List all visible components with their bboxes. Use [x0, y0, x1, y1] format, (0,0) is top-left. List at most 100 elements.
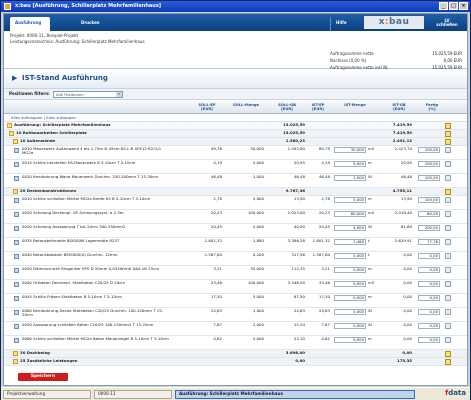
- maximize-icon[interactable]: □: [449, 2, 458, 10]
- table-row[interactable]: 0050 Dämmschicht Ringanker EPS D 20mm 0,…: [4, 266, 467, 280]
- folder-icon[interactable]: [13, 139, 18, 144]
- tab-drucken[interactable]: Drucken: [76, 17, 120, 31]
- header-soll-menge[interactable]: SOLL-Menge: [226, 103, 266, 107]
- edit-icon[interactable]: [445, 295, 451, 301]
- folder-action-icon[interactable]: [445, 131, 451, 137]
- ist-menge-input[interactable]: 0,000: [334, 337, 366, 343]
- minimize-icon[interactable]: _: [439, 2, 448, 10]
- edit-icon[interactable]: [445, 323, 451, 329]
- header-ist-gb[interactable]: IST-GB [EUR]: [384, 103, 414, 112]
- statusbar-projektverwaltung[interactable]: Projektverwaltung: [3, 390, 91, 399]
- table-row[interactable]: 0040 Ortbeton Deckenpl. Stahlbeton C20/2…: [4, 280, 467, 294]
- fertig-input[interactable]: 0,00: [418, 253, 440, 259]
- edit-icon[interactable]: [445, 161, 451, 167]
- group-row[interactable]: 10 Rohbauarbeiten Schillerplatz 15.025,59…: [4, 130, 467, 138]
- xbau-logo: x:bau: [364, 16, 424, 29]
- edit-icon[interactable]: [445, 309, 451, 315]
- table-row[interactable]: 0060 Kernbohrung Decke Stahlbeton C20/25…: [4, 308, 467, 322]
- fertig-input[interactable]: 200,00: [418, 225, 440, 231]
- edit-icon[interactable]: [445, 175, 451, 181]
- fertig-input[interactable]: 77,78: [418, 239, 440, 245]
- table-row[interactable]: 0020 Schalung Deckenpl. GF-Schalungssyst…: [4, 210, 467, 224]
- folder-icon[interactable]: [7, 123, 12, 128]
- group-row[interactable]: 20 Deckenkonstruktionen 9.767,36 4.755,11: [4, 188, 467, 196]
- table-row[interactable]: 0040 Betonstabstahl BSt500S(A) Durchm. 1…: [4, 252, 467, 266]
- ist-menge-input[interactable]: 30,000: [334, 147, 366, 153]
- fertig-input[interactable]: 100,00: [418, 147, 440, 153]
- ist-menge-input[interactable]: 1,000: [334, 175, 366, 181]
- header-ist-ep[interactable]: IST-EP [EUR]: [304, 103, 332, 112]
- folder-icon[interactable]: [13, 351, 18, 356]
- header-soll-ep[interactable]: SOLL-EP [EUR]: [190, 103, 224, 112]
- folder-action-icon[interactable]: [445, 351, 451, 357]
- ist-menge-input[interactable]: 0,000: [334, 295, 366, 301]
- save-button[interactable]: Speichern: [18, 373, 68, 381]
- header-fertig[interactable]: Fertig [%]: [419, 103, 445, 112]
- table-row[interactable]: 0035 Betonstahlmatte BSt500M Lagermatte …: [4, 238, 467, 252]
- edit-icon[interactable]: [445, 281, 451, 287]
- ist-menge-input[interactable]: 0,000: [334, 267, 366, 273]
- fertig-input[interactable]: 0,00: [418, 309, 440, 315]
- app-window: x:bau [Ausführung, Schillerplatz Mehrfam…: [0, 0, 471, 400]
- close-icon[interactable]: ×: [459, 2, 468, 10]
- table-row[interactable]: 0045 Schlitz Fräsen Stahlbeton B 5-10cm …: [4, 294, 467, 308]
- ist-menge-input[interactable]: 4,000: [334, 225, 366, 231]
- edit-icon[interactable]: [445, 197, 451, 203]
- ist-menge-input[interactable]: 0,000: [334, 281, 366, 287]
- table-row[interactable]: 0010 Mauerwerk Außenwand 4 bis 2,75m D 4…: [4, 146, 467, 160]
- cell-unit: St: [368, 174, 372, 179]
- folder-action-icon[interactable]: [445, 123, 451, 129]
- header-ist-menge[interactable]: IST-Menge: [334, 103, 376, 107]
- cell-ist-gb: 0,00: [403, 266, 412, 271]
- folder-action-icon[interactable]: [445, 139, 451, 145]
- table-row[interactable]: 0020 Kernbohrung Wand Mauerwerk Durchm. …: [4, 174, 467, 188]
- table-row[interactable]: 0030 Schalung Aussparung T bis 20cm 300-…: [4, 224, 467, 238]
- ist-menge-input[interactable]: 5,000: [334, 161, 366, 167]
- ist-menge-input[interactable]: 0,000: [334, 309, 366, 315]
- group-row[interactable]: 30 Dachbelag 3.698,00 0,00: [4, 350, 467, 358]
- fertig-input[interactable]: 80,00: [418, 211, 440, 217]
- group-row[interactable]: 25 Zusätzliche Leistungen 0,00 175,35: [4, 358, 467, 366]
- edit-icon[interactable]: [445, 239, 451, 245]
- app-icon: [4, 3, 11, 10]
- fertig-input[interactable]: 100,00: [418, 175, 440, 181]
- total-row[interactable]: Ausführung: Schillerplatz Mehrfamilienha…: [4, 122, 467, 130]
- table-row[interactable]: 0050 Aussparung schließen Beton C20/25 1…: [4, 322, 467, 336]
- edit-icon[interactable]: [445, 337, 451, 343]
- ist-menge-input[interactable]: 0,000: [334, 323, 366, 329]
- statusbar-project-id[interactable]: 0000-11: [94, 390, 172, 399]
- fertig-input[interactable]: 100,00: [418, 197, 440, 203]
- edit-icon[interactable]: [445, 253, 451, 259]
- ist-menge-input[interactable]: 5,000: [334, 197, 366, 203]
- tab-hilfe[interactable]: Hilfe: [330, 17, 350, 31]
- fertig-input[interactable]: 0,00: [418, 267, 440, 273]
- expand-collapse-links[interactable]: Alles aufklappen | Alles zuklappen: [11, 115, 76, 120]
- filter-select[interactable]: Alle Positionen ▾: [53, 91, 123, 98]
- close-lv-button[interactable]: LV schließen: [428, 17, 466, 31]
- table-row[interactable]: 0010 Schlitz schließen Mörtel MG2a Breit…: [4, 196, 467, 210]
- fertig-input[interactable]: 0,00: [418, 281, 440, 287]
- table-row[interactable]: 0015 Schlitz herstellen KS-Mauerwerk B 5…: [4, 160, 467, 174]
- edit-icon[interactable]: [445, 211, 451, 217]
- fertig-input[interactable]: 0,00: [418, 337, 440, 343]
- ist-menge-input[interactable]: 0,000: [334, 253, 366, 259]
- expand-collapse-bar[interactable]: Alles aufklappen | Alles zuklappen: [4, 114, 467, 122]
- edit-icon[interactable]: [445, 225, 451, 231]
- group-row[interactable]: 10 Außenwände 1.560,23 2.491,13: [4, 138, 467, 146]
- folder-icon[interactable]: [13, 189, 18, 194]
- folder-action-icon[interactable]: [445, 359, 451, 365]
- fertig-input[interactable]: 0,00: [418, 323, 440, 329]
- ist-menge-input[interactable]: 80,000: [334, 211, 366, 217]
- folder-action-icon[interactable]: [445, 189, 451, 195]
- folder-icon[interactable]: [9, 131, 14, 136]
- ist-menge-input[interactable]: 1,460: [334, 239, 366, 245]
- fertig-input[interactable]: 100,00: [418, 161, 440, 167]
- edit-icon[interactable]: [445, 267, 451, 273]
- folder-icon[interactable]: [13, 359, 18, 364]
- statusbar-active-lv[interactable]: Ausführung: Schillerplatz Mehrfamilienha…: [175, 390, 415, 399]
- edit-icon[interactable]: [445, 147, 451, 153]
- fertig-input[interactable]: 0,00: [418, 295, 440, 301]
- header-soll-gb[interactable]: SOLL-GB [EUR]: [267, 103, 307, 112]
- tab-ausfuehrung[interactable]: Ausführung: [10, 17, 50, 31]
- table-row[interactable]: 0060 Schlitz schließen Mörtel MG2a Beton…: [4, 336, 467, 350]
